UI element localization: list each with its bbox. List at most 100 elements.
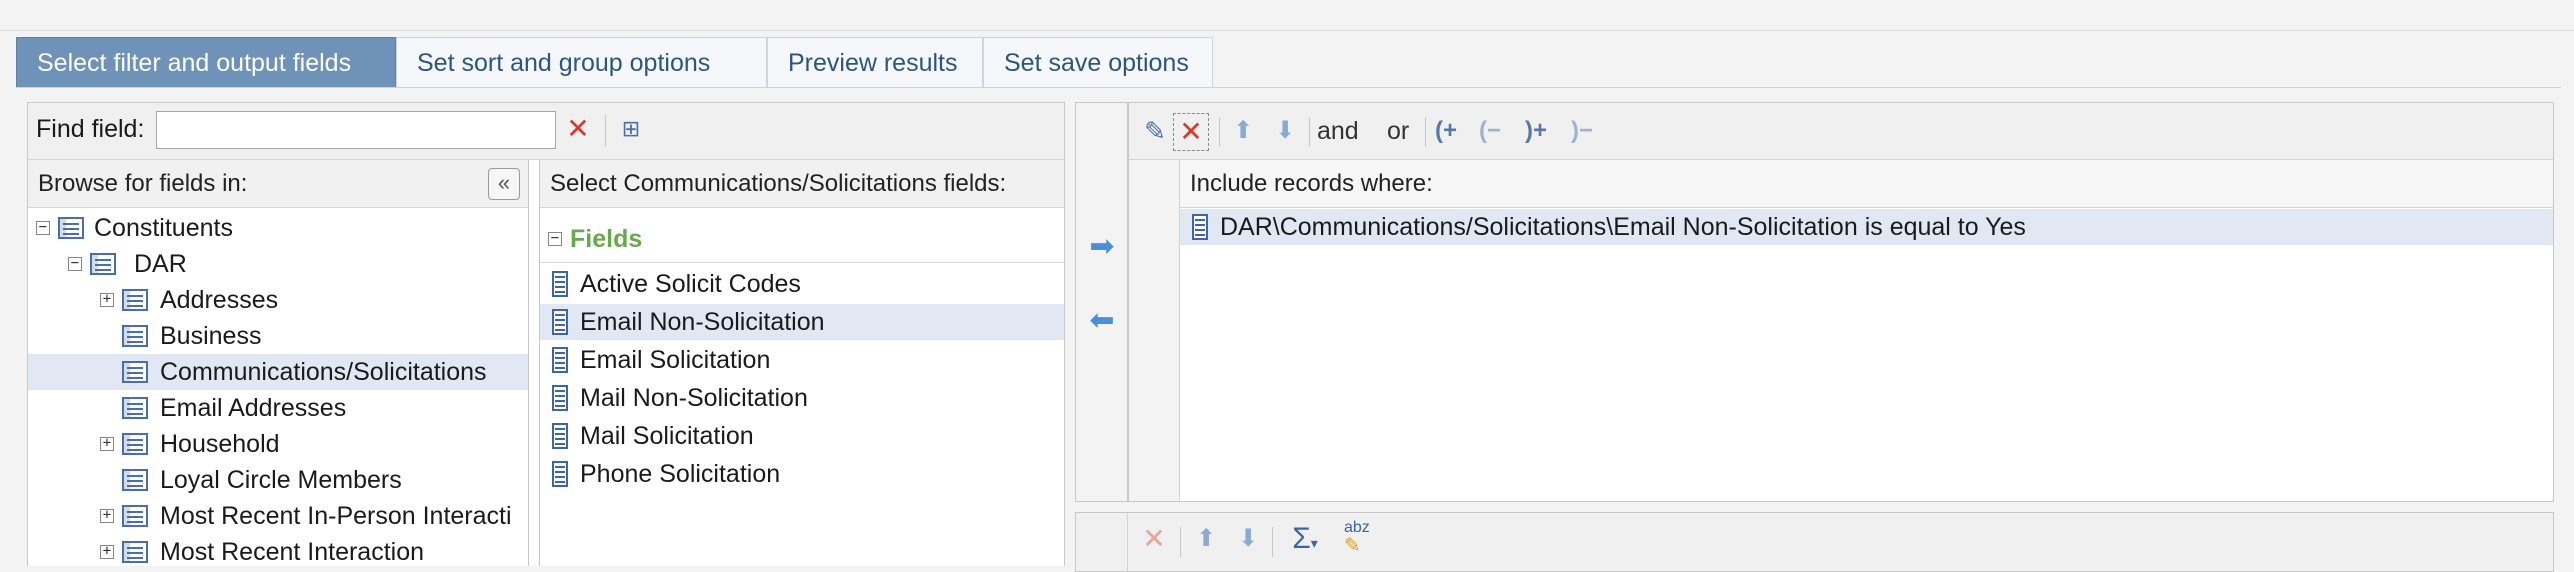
tree-node-email-addresses[interactable]: Email Addresses <box>28 390 528 426</box>
move-output-up-icon[interactable]: ⬆ <box>1188 521 1224 557</box>
record-type-icon <box>122 505 148 527</box>
summary-dropdown-button[interactable]: Σ▾ <box>1280 521 1330 561</box>
browse-header: Browse for fields in: <box>28 160 528 208</box>
expand-node-icon[interactable]: + <box>100 508 114 523</box>
remove-close-paren-icon[interactable]: )− <box>1571 113 1593 149</box>
add-open-paren-icon[interactable]: (+ <box>1435 113 1457 149</box>
field-icon <box>552 423 568 449</box>
tree-node-label: Household <box>160 430 280 458</box>
toolbar-separator <box>605 115 606 147</box>
filter-criteria-panel: ✎ ✕ ⬆ ⬇ and or (+ (− )+ )− Include recor… <box>1128 102 2554 502</box>
delete-criteria-icon[interactable]: ✕ <box>1173 113 1209 151</box>
record-type-icon <box>122 289 148 311</box>
tab-select-filter-and-output-fields[interactable]: Select filter and output fields <box>16 37 396 87</box>
pencil-icon: ✎ <box>1344 535 1361 557</box>
tree-node-household[interactable]: + Household <box>28 426 528 462</box>
transfer-strip: ➡ ⬅ <box>1075 102 1128 502</box>
field-item-label: Mail Non-Solicitation <box>580 384 808 412</box>
field-item-label: Phone Solicitation <box>580 460 781 488</box>
add-to-filter-arrow-icon[interactable]: ➡ <box>1080 229 1124 264</box>
tree-node-most-recent-interaction[interactable]: + Most Recent Interaction <box>28 534 528 566</box>
record-type-icon <box>122 325 148 347</box>
tree-node-loyal-circle-members[interactable]: Loyal Circle Members <box>28 462 528 498</box>
tree-node-dar[interactable]: − DAR <box>28 246 528 282</box>
tree-node-label: Communications/Solicitations <box>160 358 487 386</box>
find-toolbar: Find field: ✕ ⊞ <box>28 103 1064 160</box>
field-item-mail-non-solicitation[interactable]: Mail Non-Solicitation <box>540 380 1064 416</box>
select-fields-pane: Select Communications/Solicitations fiel… <box>539 160 1064 566</box>
field-item-mail-solicitation[interactable]: Mail Solicitation <box>540 418 1064 454</box>
record-type-icon <box>122 397 148 419</box>
chevron-down-icon: ▾ <box>1310 535 1318 551</box>
record-type-icon <box>58 217 84 239</box>
tree-node-label: Addresses <box>160 286 279 314</box>
output-gutter <box>1076 513 1128 571</box>
expand-node-icon[interactable]: + <box>100 292 114 307</box>
field-item-phone-solicitation[interactable]: Phone Solicitation <box>540 456 1064 492</box>
collapse-node-icon[interactable]: − <box>68 256 82 271</box>
include-records-label: Include records where: <box>1190 170 1433 197</box>
toolbar-separator <box>1309 117 1310 147</box>
top-strip <box>0 0 2574 31</box>
abz-icon-label: abz <box>1344 519 1370 536</box>
field-item-active-solicit-codes[interactable]: Active Solicit Codes <box>540 266 1064 302</box>
move-down-icon[interactable]: ⬇ <box>1267 113 1303 149</box>
expand-node-icon[interactable]: + <box>100 544 114 559</box>
clear-find-icon[interactable]: ✕ <box>560 111 596 147</box>
tree-node-business[interactable]: Business <box>28 318 528 354</box>
tree-node-most-recent-in-person-interaction[interactable]: + Most Recent In-Person Interacti <box>28 498 528 534</box>
field-icon <box>552 461 568 487</box>
collapse-node-icon[interactable]: − <box>36 220 50 235</box>
move-up-icon[interactable]: ⬆ <box>1225 113 1261 149</box>
tree-node-label: DAR <box>134 250 187 278</box>
add-close-paren-icon[interactable]: )+ <box>1525 113 1547 149</box>
tab-preview-results[interactable]: Preview results <box>767 37 983 87</box>
browse-tree: − Constituents − DAR + Addresses Busines… <box>28 208 528 566</box>
tab-bar: Select filter and output fields Set sort… <box>16 37 2561 88</box>
select-fields-header: Select Communications/Solicitations fiel… <box>540 160 1064 208</box>
collapse-pane-button[interactable]: « <box>488 168 520 200</box>
delete-output-field-icon[interactable]: ✕ <box>1136 521 1172 557</box>
tab-set-save-options[interactable]: Set save options <box>983 37 1213 87</box>
move-output-down-icon[interactable]: ⬇ <box>1230 521 1266 557</box>
remove-open-paren-icon[interactable]: (− <box>1479 113 1501 149</box>
find-field-label: Find field: <box>36 115 145 143</box>
field-icon <box>552 347 568 373</box>
expand-node-icon[interactable]: + <box>100 436 114 451</box>
rename-output-field-icon[interactable]: abz ✎ <box>1344 519 1370 557</box>
remove-from-filter-arrow-icon[interactable]: ⬅ <box>1080 303 1124 338</box>
field-icon <box>1192 214 1208 240</box>
edit-criteria-icon[interactable]: ✎ <box>1137 113 1173 149</box>
field-item-label: Active Solicit Codes <box>580 270 801 298</box>
field-item-email-solicitation[interactable]: Email Solicitation <box>540 342 1064 378</box>
tree-node-communications-solicitations[interactable]: Communications/Solicitations <box>28 354 528 390</box>
select-fields-header-label: Select Communications/Solicitations fiel… <box>550 170 1007 197</box>
tree-node-addresses[interactable]: + Addresses <box>28 282 528 318</box>
collapse-group-icon[interactable]: − <box>548 231 562 246</box>
browse-header-label: Browse for fields in: <box>38 170 248 197</box>
field-icon <box>552 385 568 411</box>
toolbar-separator <box>1219 117 1220 147</box>
record-type-icon <box>122 541 148 563</box>
or-operator-button[interactable]: or <box>1387 113 1409 149</box>
tree-node-constituents[interactable]: − Constituents <box>28 210 528 246</box>
and-operator-button[interactable]: and <box>1317 113 1359 149</box>
tab-set-sort-and-group-options[interactable]: Set sort and group options <box>396 37 767 87</box>
field-icon <box>552 271 568 297</box>
sigma-icon: Σ <box>1292 522 1311 555</box>
field-item-label: Mail Solicitation <box>580 422 754 450</box>
field-item-label: Email Non-Solicitation <box>580 308 825 336</box>
show-tree-icon[interactable]: ⊞ <box>612 111 650 147</box>
fields-group[interactable]: − Fields <box>540 216 1064 263</box>
record-type-icon <box>122 469 148 491</box>
field-item-label: Email Solicitation <box>580 346 771 374</box>
tree-node-label: Business <box>160 322 262 350</box>
field-icon <box>552 309 568 335</box>
tree-node-label: Constituents <box>94 214 233 242</box>
filter-gutter <box>1129 160 1180 501</box>
tree-node-label: Loyal Circle Members <box>160 466 402 494</box>
criteria-row[interactable]: DAR\Communications/Solicitations\Email N… <box>1180 209 2553 245</box>
tree-node-label: Most Recent In-Person Interacti <box>160 502 512 530</box>
field-item-email-non-solicitation[interactable]: Email Non-Solicitation <box>540 304 1064 340</box>
find-field-input[interactable] <box>156 111 556 149</box>
